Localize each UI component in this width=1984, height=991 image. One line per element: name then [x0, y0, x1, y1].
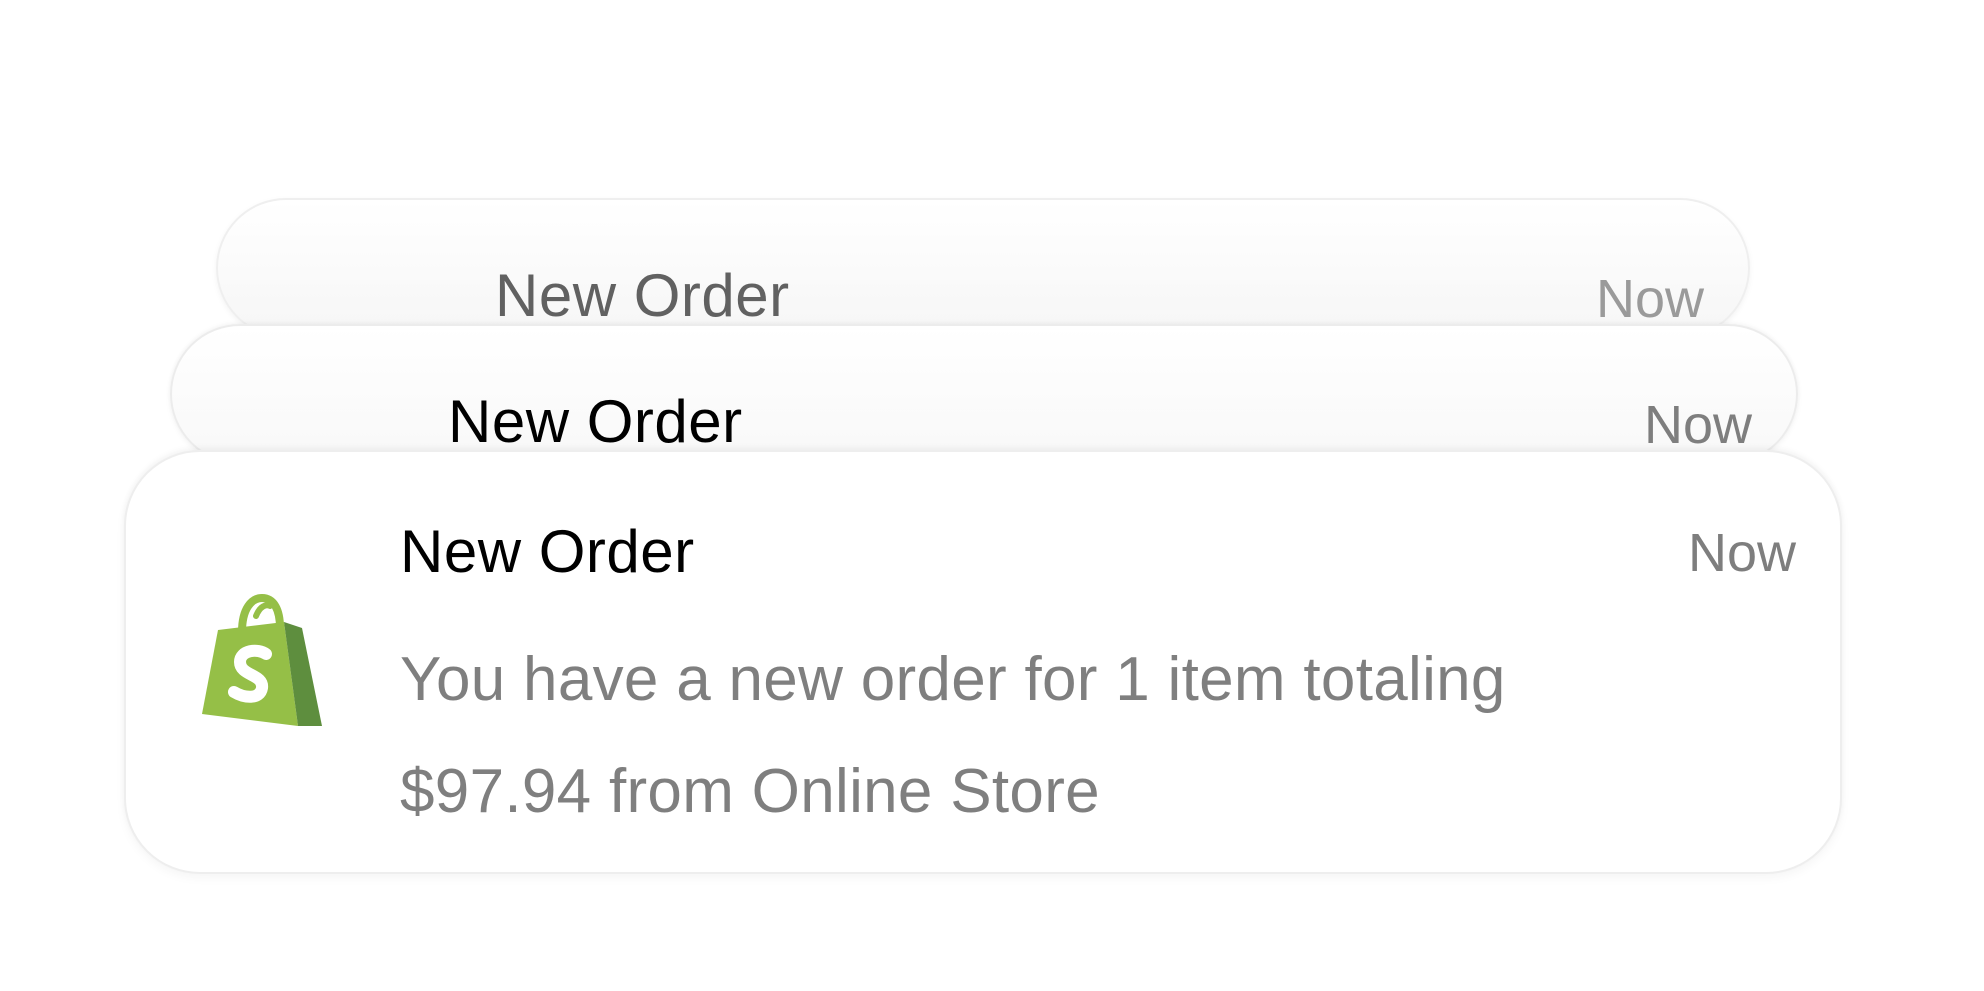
notification-time: Now	[1595, 269, 1704, 329]
notification-body-line: $97.94 from Online Store	[400, 757, 1100, 826]
notification-title: New Order	[495, 262, 790, 329]
notification-body: You have a new order for 1 item totaling…	[400, 624, 1730, 848]
notification-card-middle[interactable]: New Order Now	[170, 324, 1798, 464]
shopify-bag-icon	[200, 593, 324, 734]
notification-time: Now	[1643, 395, 1752, 455]
notification-card-back[interactable]: New Order Now	[216, 198, 1750, 338]
notification-title: New Order	[448, 388, 743, 455]
notification-body-line: You have a new order for 1 item totaling	[400, 645, 1506, 714]
notification-card-front[interactable]: New Order Now You have a new order for 1…	[124, 450, 1842, 874]
notification-stack: New Order Now New Order Now New Order No…	[0, 0, 1984, 991]
notification-title: New Order	[400, 518, 695, 585]
notification-time: Now	[1687, 523, 1796, 583]
